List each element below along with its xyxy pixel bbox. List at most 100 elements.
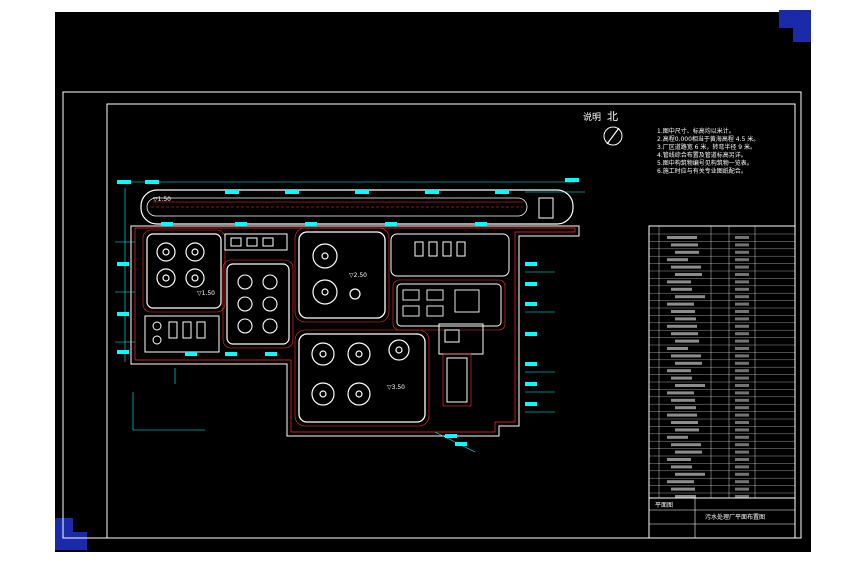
- legend-table-cell-name: [675, 472, 705, 476]
- legend-table-cell-name: [675, 428, 699, 432]
- basin-upper: [298, 231, 386, 319]
- legend-table-cell-name: [675, 450, 702, 454]
- site-plan-drawing: [62, 91, 802, 539]
- legend-table-cells: [667, 236, 749, 498]
- tanks-basin-lower: [311, 339, 410, 406]
- legend-table-cell-name: [667, 324, 697, 328]
- legend-table-cell-spec: [735, 487, 749, 491]
- legend-table-cell-spec: [735, 406, 749, 410]
- legend-table-cell-name: [667, 480, 694, 484]
- legend-table-cell-spec: [735, 421, 749, 424]
- legend-table-cell-spec: [735, 472, 749, 476]
- legend-table-cell-name: [675, 406, 696, 410]
- note-4: 4.管线综合布置及管道标高另详。: [657, 152, 747, 159]
- legend-table-cell-spec: [735, 324, 749, 328]
- block-left-top-road: [142, 229, 226, 313]
- legend-table-cell-spec: [735, 280, 749, 284]
- block-left-bottom: [144, 315, 220, 353]
- note-3: 3.厂区道路宽 6 米，转弯半径 9 米。: [657, 144, 756, 151]
- legend-table-cell-name: [667, 258, 688, 262]
- legend-table-cell-name: [671, 421, 698, 424]
- legend-table-cell-name: [671, 398, 695, 402]
- legend-table-cell-spec: [735, 384, 749, 387]
- legend-table-cell-name: [671, 443, 701, 447]
- title-block-line-1: 平面图: [655, 502, 674, 509]
- legend-table-cell-spec: [735, 398, 749, 402]
- dewatering-house: [446, 357, 468, 403]
- legend-table-cell-spec: [735, 310, 749, 313]
- legend-table-cell-spec: [735, 369, 749, 373]
- pump-house: [224, 233, 288, 251]
- legend-table-cell-name: [667, 347, 688, 350]
- legend-table-cell-name: [667, 236, 697, 239]
- design-notes: 1.图中尺寸、标高均以米计。 2.高程0.000相当于黄海高程 4.5 米。 3…: [657, 128, 797, 176]
- legend-table-cell-spec: [735, 361, 749, 365]
- note-1: 1.图中尺寸、标高均以米计。: [657, 128, 735, 135]
- legend-table-cell-name: [671, 310, 695, 313]
- legend-table-cell-name: [671, 332, 698, 336]
- legend-table-cell-name: [675, 317, 696, 321]
- legend-table-cell-spec: [735, 265, 749, 269]
- legend-table-cell-spec: [735, 428, 749, 432]
- legend-table-cell-spec: [735, 236, 749, 239]
- basin-label-2: ▽1.50: [197, 290, 215, 297]
- legend-table-cell-name: [675, 339, 699, 343]
- legend-table-cell-spec: [735, 435, 749, 439]
- legend-table-cell-spec: [735, 332, 749, 336]
- basin-label-1: ▽1.50: [153, 196, 171, 203]
- tanks-middle: [237, 274, 278, 334]
- legend-table-cell-name: [671, 354, 701, 358]
- legend-table-cell-name: [675, 361, 702, 365]
- legend-table-cell-name: [675, 384, 705, 387]
- legend-table-cell-name: [675, 273, 702, 276]
- title-block-line-2: 污水处理厂平面布置图: [705, 514, 766, 521]
- right-units: [414, 241, 466, 257]
- legend-table-cell-name: [671, 465, 692, 469]
- note-6: 6.施工时应与有关专业图纸配合。: [657, 168, 747, 175]
- legend-table-cell-spec: [735, 450, 749, 454]
- legend-table-cell-name: [671, 376, 692, 380]
- legend-table-cell-spec: [735, 287, 749, 291]
- legend-table-cell-name: [675, 250, 699, 254]
- basin-label-3: ▽2.50: [349, 272, 367, 279]
- channel-end-box: [538, 197, 554, 219]
- legend-table-cell-spec: [735, 465, 749, 469]
- legend-table-cell-spec: [735, 317, 749, 321]
- legend-table-cell-spec: [735, 339, 749, 343]
- legend-table-cell-spec: [735, 376, 749, 380]
- legend-table-cell-name: [667, 413, 697, 417]
- legend-title: 说明: [583, 113, 602, 123]
- right-complex: [390, 233, 510, 277]
- legend-table-rows: [649, 233, 795, 494]
- legend-table-cell-name: [667, 391, 694, 395]
- tanks-left-top: [156, 242, 205, 288]
- legend-table-cell-name: [671, 265, 701, 269]
- legend-table-cell-spec: [735, 258, 749, 262]
- legend-table-cell-spec: [735, 302, 749, 306]
- note-5: 5.图中构筑物编号见构筑物一览表。: [657, 160, 753, 167]
- legend-table-cell-spec: [735, 354, 749, 358]
- sludge-building: [438, 323, 484, 355]
- basin-lower: [298, 333, 426, 423]
- legend-table-cell-spec: [735, 295, 749, 299]
- legend-table-cell-spec: [735, 480, 749, 484]
- legend-table-cell-name: [671, 243, 698, 247]
- legend-table-cell-spec: [735, 413, 749, 417]
- legend-table-cell-spec: [735, 243, 749, 247]
- basin-label-4: ▽3.50: [387, 384, 405, 391]
- legend-table-cell-name: [667, 458, 691, 461]
- note-2: 2.高程0.000相当于黄海高程 4.5 米。: [657, 136, 760, 143]
- legend-table-cell-spec: [735, 250, 749, 254]
- legend-table-cell-name: [667, 302, 694, 306]
- legend-table-cell-spec: [735, 273, 749, 276]
- legend-table-cell-name: [671, 487, 695, 491]
- drawing-sheet: 说明 北 1.图中尺寸、标高均以米计。 2.高程0.000相当于黄海高程 4.5…: [55, 10, 811, 552]
- legend-table-cell-spec: [735, 458, 749, 461]
- legend-table-cell-spec: [735, 391, 749, 395]
- legend-table-cell-name: [667, 369, 691, 373]
- legend-table-cell-name: [667, 435, 688, 439]
- legend-table-cell-name: [671, 287, 692, 291]
- legend-table-cell-name: [667, 280, 691, 284]
- dimension-lines: [115, 181, 585, 453]
- north-label: 北: [607, 110, 618, 123]
